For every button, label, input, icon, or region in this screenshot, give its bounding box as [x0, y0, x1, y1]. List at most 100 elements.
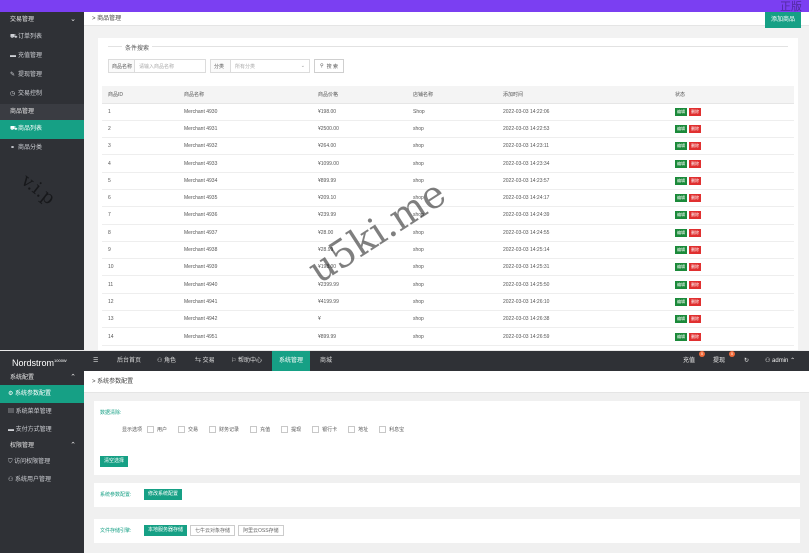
edit-button[interactable]: 编辑 [675, 176, 687, 185]
edit-button[interactable]: 编辑 [675, 194, 687, 203]
recharge-link[interactable]: 充值 [683, 351, 695, 371]
menu-toggle-icon[interactable]: ☰ [86, 351, 105, 371]
table-cell: shop [407, 241, 497, 260]
table-cell: Merchant 4937 [178, 224, 312, 242]
storage-aliyun[interactable]: 阿里云OSS存储 [238, 525, 284, 536]
storage-local[interactable]: 本地服务器存储 [144, 525, 188, 536]
sidebar-group[interactable]: 权限管理 ⌃ [0, 439, 84, 453]
edit-button[interactable]: 编辑 [675, 297, 687, 306]
refresh-icon[interactable]: ↻ [744, 351, 749, 371]
clean-option-checkbox[interactable]: 银行卡 [309, 426, 337, 433]
sidebar-group[interactable]: 系统配置 ⌃ [0, 371, 84, 385]
user-menu[interactable]: ⚇ admin ⌃ [765, 351, 795, 371]
sidebar-item[interactable]: ⛟商品列表 [0, 120, 84, 139]
sidebar-item[interactable]: ▬ 充值管理 [0, 47, 84, 66]
delete-button[interactable]: 删除 [689, 211, 701, 220]
clean-option-checkbox[interactable]: 用户 [144, 426, 167, 433]
sidebar-item-label: 提现管理 [18, 72, 43, 78]
edit-button[interactable]: 编辑 [675, 124, 687, 133]
sidebar-item[interactable]: ⚙ 系统参数配置 [0, 385, 84, 403]
sidebar-item[interactable]: ⚭ 商品分类 [0, 139, 84, 158]
sidebar-item[interactable]: ⚇ 系统用户管理 [0, 471, 84, 489]
table-cell: Shop [407, 103, 497, 121]
table-cell: ¥264.00 [312, 137, 407, 156]
clean-option-checkbox[interactable]: 充值 [247, 426, 270, 433]
clean-option-checkbox[interactable]: 利息宝 [376, 426, 404, 433]
delete-button[interactable]: 删除 [689, 315, 701, 324]
sidebar-item[interactable]: ⛉ 访问权限管理 [0, 453, 84, 471]
clean-option-checkbox[interactable]: 财务记录 [206, 426, 239, 433]
delete-button[interactable]: 删除 [689, 263, 701, 272]
product-name-field[interactable]: 商品名称 请输入商品名称 [108, 59, 206, 73]
product-name-input[interactable]: 请输入商品名称 [135, 63, 174, 70]
search-legend: 条件搜索 [122, 43, 153, 52]
sidebar-item[interactable]: ◷ 交易控制 [0, 85, 84, 104]
edit-button[interactable]: 编辑 [675, 332, 687, 341]
data-clean-options: 显示选项 用户 交易 财务记录 充值 提现 银行卡 地址 利息宝 [122, 426, 405, 433]
checkbox-label: 交易 [188, 427, 199, 433]
table-cell: 2022-03-03 14:22:53 [497, 120, 669, 139]
category-select[interactable]: 分类 所有分类 ⌄ [210, 59, 310, 73]
edit-button[interactable]: 编辑 [675, 228, 687, 237]
withdraw-link[interactable]: 提现 [713, 351, 725, 371]
clean-option-checkbox[interactable]: 提现 [278, 426, 301, 433]
delete-button[interactable]: 删除 [689, 297, 701, 306]
edit-button[interactable]: 编辑 [675, 159, 687, 168]
delete-button[interactable]: 删除 [689, 176, 701, 185]
column-header: 商品名称 [178, 86, 312, 104]
edit-button[interactable]: 编辑 [675, 142, 687, 151]
search-button[interactable]: ⚲ 搜 索 [314, 59, 345, 73]
column-header: 商品ID [102, 86, 178, 104]
table-cell: 2022-03-03 14:25:31 [497, 258, 669, 277]
delete-button[interactable]: 删除 [689, 159, 701, 168]
link-icon: ⚭ [10, 145, 16, 151]
sidebar-item[interactable]: ⛟订单列表 [0, 28, 84, 47]
nav-trade[interactable]: ⇆ 交易 [188, 351, 222, 371]
nav-role[interactable]: ⚇ 角色 [150, 351, 183, 371]
sidebar-item[interactable]: ▬ 支付方式管理 [0, 421, 84, 439]
table-cell: Merchant 4940 [178, 275, 312, 294]
nav-home[interactable]: 后台首页 [110, 351, 148, 371]
sidebar-group-label: 权限管理 [10, 443, 35, 449]
system-config-section: 系统参数配置: 修改系统配置 [94, 483, 800, 507]
edit-button[interactable]: 编辑 [675, 263, 687, 272]
delete-button[interactable]: 删除 [689, 228, 701, 237]
edit-button[interactable]: 编辑 [675, 211, 687, 220]
table-row: 14 Merchant 4951 ¥899.99 shop 2022-03-03 14:… [102, 327, 794, 346]
chevron-down-icon: ⌄ [70, 16, 76, 23]
delete-button[interactable]: 删除 [689, 194, 701, 203]
top-nav: Nordstrom1000W ☰ 后台首页 ⚇ 角色 ⇆ 交易 ⚐ 帮助中心 系… [0, 351, 809, 371]
clear-selection-button[interactable]: 清空选择 [100, 456, 129, 467]
delete-button[interactable]: 删除 [689, 332, 701, 341]
table-cell: shop [407, 258, 497, 277]
delete-button[interactable]: 删除 [689, 246, 701, 255]
nav-help[interactable]: ⚐ 帮助中心 [224, 351, 269, 371]
sidebar-item[interactable]: ✎ 提现管理 [0, 66, 84, 85]
edit-button[interactable]: 编辑 [675, 315, 687, 324]
edit-button[interactable]: 编辑 [675, 280, 687, 289]
checkbox-label: 用户 [157, 427, 168, 433]
edit-button[interactable]: 编辑 [675, 246, 687, 255]
clean-option-checkbox[interactable]: 地址 [345, 426, 368, 433]
delete-button[interactable]: 删除 [689, 142, 701, 151]
table-cell: 5 [102, 172, 178, 190]
nav-system[interactable]: 系统管理 [272, 351, 311, 371]
nav-mall[interactable]: 商城 [313, 351, 339, 371]
product-card: 条件搜索 商品名称 请输入商品名称 分类 所有分类 ⌄ ⚲ 搜 索 商品ID 商品… [98, 38, 798, 350]
table-header: 商品ID 商品名称 商品价格 店铺名称 添加时间 状态 [102, 86, 794, 104]
edit-button[interactable]: 编辑 [675, 107, 687, 116]
storage-qiniu[interactable]: 七牛云对象存储 [190, 525, 236, 536]
clean-option-checkbox[interactable]: 交易 [175, 426, 198, 433]
sidebar-item[interactable]: ▤ 系统菜单管理 [0, 403, 84, 421]
data-clean-title: 数据清除: [100, 410, 122, 416]
table-row: 12 Merchant 4941 ¥4199.99 shop 2022-03-03 14… [102, 293, 794, 312]
checkbox-label: 充值 [260, 427, 271, 433]
sidebar-group[interactable]: 交易管理 ⌄ [0, 12, 84, 28]
delete-button[interactable]: 删除 [689, 124, 701, 133]
table-row: 10 Merchant 4939 ¥198.00 shop 2022-03-03 14:… [102, 258, 794, 277]
modify-config-button[interactable]: 修改系统配置 [144, 489, 183, 500]
sidebar-group[interactable]: 商品管理 [0, 104, 84, 120]
delete-button[interactable]: 删除 [689, 107, 701, 116]
delete-button[interactable]: 删除 [689, 280, 701, 289]
add-product-button[interactable]: 添加商品 [764, 12, 801, 28]
